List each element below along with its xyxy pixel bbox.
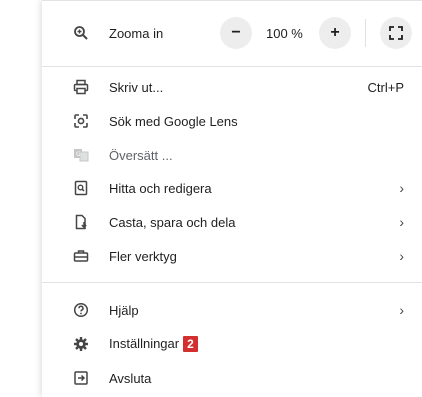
zoom-in-icon [72,24,90,42]
menu-item-label: Casta, spara och dela [109,214,236,230]
menu-item-label: Översätt ... [109,147,173,163]
menu-item-label: Hitta och redigera [109,180,212,196]
zoom-separator [365,19,366,47]
fullscreen-icon [389,26,403,40]
chevron-right-icon: › [399,180,404,196]
shortcut-text: Ctrl+P [367,79,404,95]
find-page-icon [72,179,90,197]
zoom-in-button[interactable]: + [319,17,351,49]
fullscreen-button[interactable] [380,17,412,49]
menu-item-more-tools[interactable]: Fler verktyg › [42,239,422,273]
top-divider [42,0,422,1]
menu-item-google-lens[interactable]: Sök med Google Lens [42,104,422,138]
menu-item-label: Skriv ut... [109,79,164,95]
menu-item-label-row: Inställningar 2 [109,336,198,353]
svg-text:G: G [76,151,81,158]
step-badge: 2 [183,336,198,353]
zoom-out-button[interactable]: − [220,17,252,49]
translate-icon: G [72,146,90,164]
menu-item-find-edit[interactable]: Hitta och redigera › [42,171,422,205]
chevron-right-icon: › [399,214,404,230]
divider [42,66,422,67]
lens-icon [72,112,90,130]
menu-item-label: Hjälp [109,302,139,318]
divider [42,282,422,283]
zoom-row: Zooma in − 100 % + [42,16,422,50]
menu-item-settings[interactable]: Inställningar 2 [42,327,422,361]
zoom-label: Zooma in [109,25,164,41]
print-icon [72,78,90,96]
gear-icon [72,335,90,353]
browser-menu: Zooma in − 100 % + Skriv ut... Ctrl+P Sö… [42,0,422,397]
menu-item-translate[interactable]: G Översätt ... [42,138,422,172]
help-icon [72,301,90,319]
toolbox-icon [72,247,90,265]
exit-icon [72,369,90,387]
file-save-icon [72,213,90,231]
zoom-level: 100 % [266,25,303,41]
menu-item-print[interactable]: Skriv ut... Ctrl+P [42,70,422,104]
menu-item-label: Sök med Google Lens [109,113,238,129]
menu-item-exit[interactable]: Avsluta [42,361,422,395]
menu-item-label: Fler verktyg [109,248,177,264]
chevron-right-icon: › [399,248,404,264]
chevron-right-icon: › [399,302,404,318]
menu-item-label: Inställningar [109,335,180,351]
menu-item-help[interactable]: Hjälp › [42,293,422,327]
menu-item-label: Avsluta [109,370,152,386]
menu-item-cast-save-share[interactable]: Casta, spara och dela › [42,205,422,239]
